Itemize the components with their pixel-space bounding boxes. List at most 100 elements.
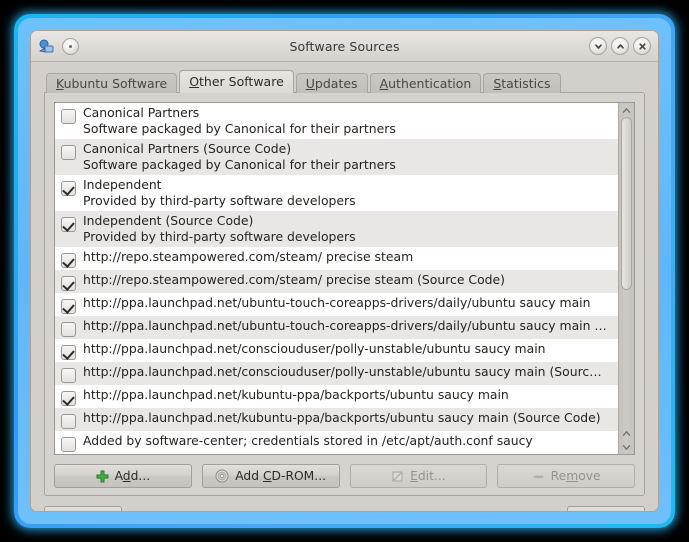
repository-title: Independent (83, 177, 162, 192)
repository-checkbox[interactable] (61, 414, 76, 429)
repository-row[interactable]: http://repo.steampowered.com/steam/ prec… (55, 247, 618, 270)
repository-checkbox[interactable] (61, 145, 76, 160)
tab-statistics[interactable]: Statistics (483, 73, 561, 93)
tab-updates[interactable]: Updates (295, 73, 368, 93)
titlebar-left (38, 37, 79, 55)
scrollbar-thumb[interactable] (621, 117, 632, 291)
repository-title: http://ppa.launchpad.net/kubuntu-ppa/bac… (83, 387, 509, 402)
screen: Software Sources Kubuntu Software Other … (0, 0, 689, 542)
repository-row[interactable]: Canonical Partners Software packaged by C… (55, 103, 618, 139)
repository-row-text: http://ppa.launchpad.net/ubuntu-touch-co… (83, 318, 614, 334)
scroll-up-arrow-top[interactable] (619, 103, 634, 117)
repository-row-text: http://repo.steampowered.com/steam/ prec… (83, 249, 614, 265)
repository-row[interactable]: http://repo.steampowered.com/steam/ prec… (55, 270, 618, 293)
repository-row-text: Canonical Partners Software packaged by C… (83, 105, 614, 137)
window-body: Kubuntu Software Other Software Updates … (31, 62, 658, 496)
repository-row-text: http://ppa.launchpad.net/kubuntu-ppa/bac… (83, 387, 614, 403)
repository-row[interactable]: http://ppa.launchpad.net/consciouduser/p… (55, 339, 618, 362)
repository-checkbox[interactable] (61, 368, 76, 383)
cdrom-icon (215, 469, 229, 483)
reset-button[interactable]: Reset (44, 505, 123, 512)
tab-other-software-label: ther Software (199, 74, 284, 89)
repository-row[interactable]: http://ppa.launchpad.net/kubuntu-ppa/bac… (55, 385, 618, 408)
repository-row[interactable]: Canonical Partners (Source Code) Software… (55, 139, 618, 175)
repository-row[interactable]: http://ppa.launchpad.net/kubuntu-ppa/bac… (55, 408, 618, 431)
close-button[interactable] (633, 37, 651, 55)
repository-checkbox[interactable] (61, 299, 76, 314)
tab-authentication[interactable]: Authentication (369, 73, 482, 93)
repository-row[interactable]: Independent (Source Code) Provided by thi… (55, 211, 618, 247)
tab-other-software[interactable]: Other Software (179, 70, 294, 93)
window-title: Software Sources (289, 38, 400, 54)
repository-row-text: http://ppa.launchpad.net/consciouduser/p… (83, 364, 614, 380)
undo-arrow-icon (56, 511, 70, 512)
tab-bar: Kubuntu Software Other Software Updates … (46, 70, 645, 93)
repository-row[interactable]: Added by software-center; credentials st… (55, 431, 618, 454)
action-button-row: Add... Add CD-ROM... Edit... Remove (54, 464, 635, 488)
maximize-button[interactable] (611, 37, 629, 55)
repository-title: Added by software-center; credentials st… (83, 433, 533, 448)
tab-updates-mnemonic: U (305, 76, 315, 91)
repository-list[interactable]: Canonical Partners Software packaged by C… (55, 103, 618, 454)
reset-button-label: Reset (76, 511, 110, 512)
minimize-button[interactable] (589, 37, 607, 55)
repository-title: http://ppa.launchpad.net/kubuntu-ppa/bac… (83, 410, 601, 425)
repository-row[interactable]: http://ppa.launchpad.net/ubuntu-touch-co… (55, 293, 618, 316)
pencil-icon (391, 470, 404, 483)
tab-kubuntu-software[interactable]: Kubuntu Software (46, 73, 178, 93)
repository-title: http://repo.steampowered.com/steam/ prec… (83, 272, 505, 287)
repository-checkbox[interactable] (61, 109, 76, 124)
vertical-scrollbar[interactable] (618, 103, 634, 454)
add-button[interactable]: Add... (54, 464, 192, 488)
tab-authentication-mnemonic: A (379, 76, 389, 91)
remove-button[interactable]: Remove (497, 464, 635, 488)
repository-checkbox[interactable] (61, 181, 76, 196)
repository-checkbox[interactable] (61, 437, 76, 452)
repository-checkbox[interactable] (61, 345, 76, 360)
scrollbar-track[interactable] (619, 117, 634, 426)
repository-row[interactable]: Independent Provided by third-party softw… (55, 175, 618, 211)
repository-description: Software packaged by Canonical for their… (83, 121, 396, 136)
plus-icon (96, 470, 109, 483)
software-sources-icon (38, 38, 55, 55)
repository-title: http://ppa.launchpad.net/consciouduser/p… (83, 364, 602, 379)
repository-checkbox[interactable] (61, 253, 76, 268)
add-cdrom-button-label: Add CD-ROM... (235, 469, 327, 483)
repository-row-text: http://repo.steampowered.com/steam/ prec… (83, 272, 614, 288)
repository-row-text: Canonical Partners (Source Code) Software… (83, 141, 614, 173)
window-menu-button[interactable] (62, 37, 79, 55)
repository-checkbox[interactable] (61, 217, 76, 232)
repository-row-text: http://ppa.launchpad.net/ubuntu-touch-co… (83, 295, 614, 311)
repository-description: Provided by third-party software develop… (83, 229, 356, 244)
add-button-label: Add... (114, 469, 151, 483)
repository-row-text: Independent (Source Code) Provided by thi… (83, 213, 614, 245)
repository-row[interactable]: http://ppa.launchpad.net/ubuntu-touch-co… (55, 316, 618, 339)
repository-title: http://ppa.launchpad.net/ubuntu-touch-co… (83, 295, 591, 310)
tab-statistics-label: tatistics (501, 76, 551, 91)
repository-title: Canonical Partners (Source Code) (83, 141, 292, 156)
repository-row-text: http://ppa.launchpad.net/consciouduser/p… (83, 341, 614, 357)
tab-other-software-mnemonic: O (189, 74, 200, 89)
close-circle-icon (579, 511, 593, 512)
repository-checkbox[interactable] (61, 276, 76, 291)
scroll-down-arrow[interactable] (619, 440, 634, 454)
repository-checkbox[interactable] (61, 322, 76, 337)
repository-title: http://ppa.launchpad.net/ubuntu-touch-co… (83, 318, 607, 333)
other-software-panel: Canonical Partners Software packaged by C… (44, 92, 645, 496)
repository-row[interactable]: http://ppa.launchpad.net/consciouduser/p… (55, 362, 618, 385)
footer: Reset Close (31, 496, 658, 512)
close-dialog-button[interactable]: Close (567, 505, 645, 512)
repository-row-text: http://ppa.launchpad.net/kubuntu-ppa/bac… (83, 410, 614, 426)
edit-button[interactable]: Edit... (349, 464, 488, 488)
repository-description: Provided by third-party software develop… (83, 193, 356, 208)
edit-button-label: Edit... (410, 469, 446, 483)
add-cdrom-button[interactable]: Add CD-ROM... (201, 464, 340, 488)
repository-checkbox[interactable] (61, 391, 76, 406)
repository-row-text: Independent Provided by third-party softw… (83, 177, 614, 209)
scroll-up-arrow-bottom[interactable] (619, 426, 634, 440)
tab-authentication-label: uthentication (388, 76, 472, 91)
minus-icon (532, 470, 545, 483)
titlebar: Software Sources (31, 31, 658, 62)
repository-title: Canonical Partners (83, 105, 200, 120)
close-dialog-button-label: Close (599, 511, 633, 512)
